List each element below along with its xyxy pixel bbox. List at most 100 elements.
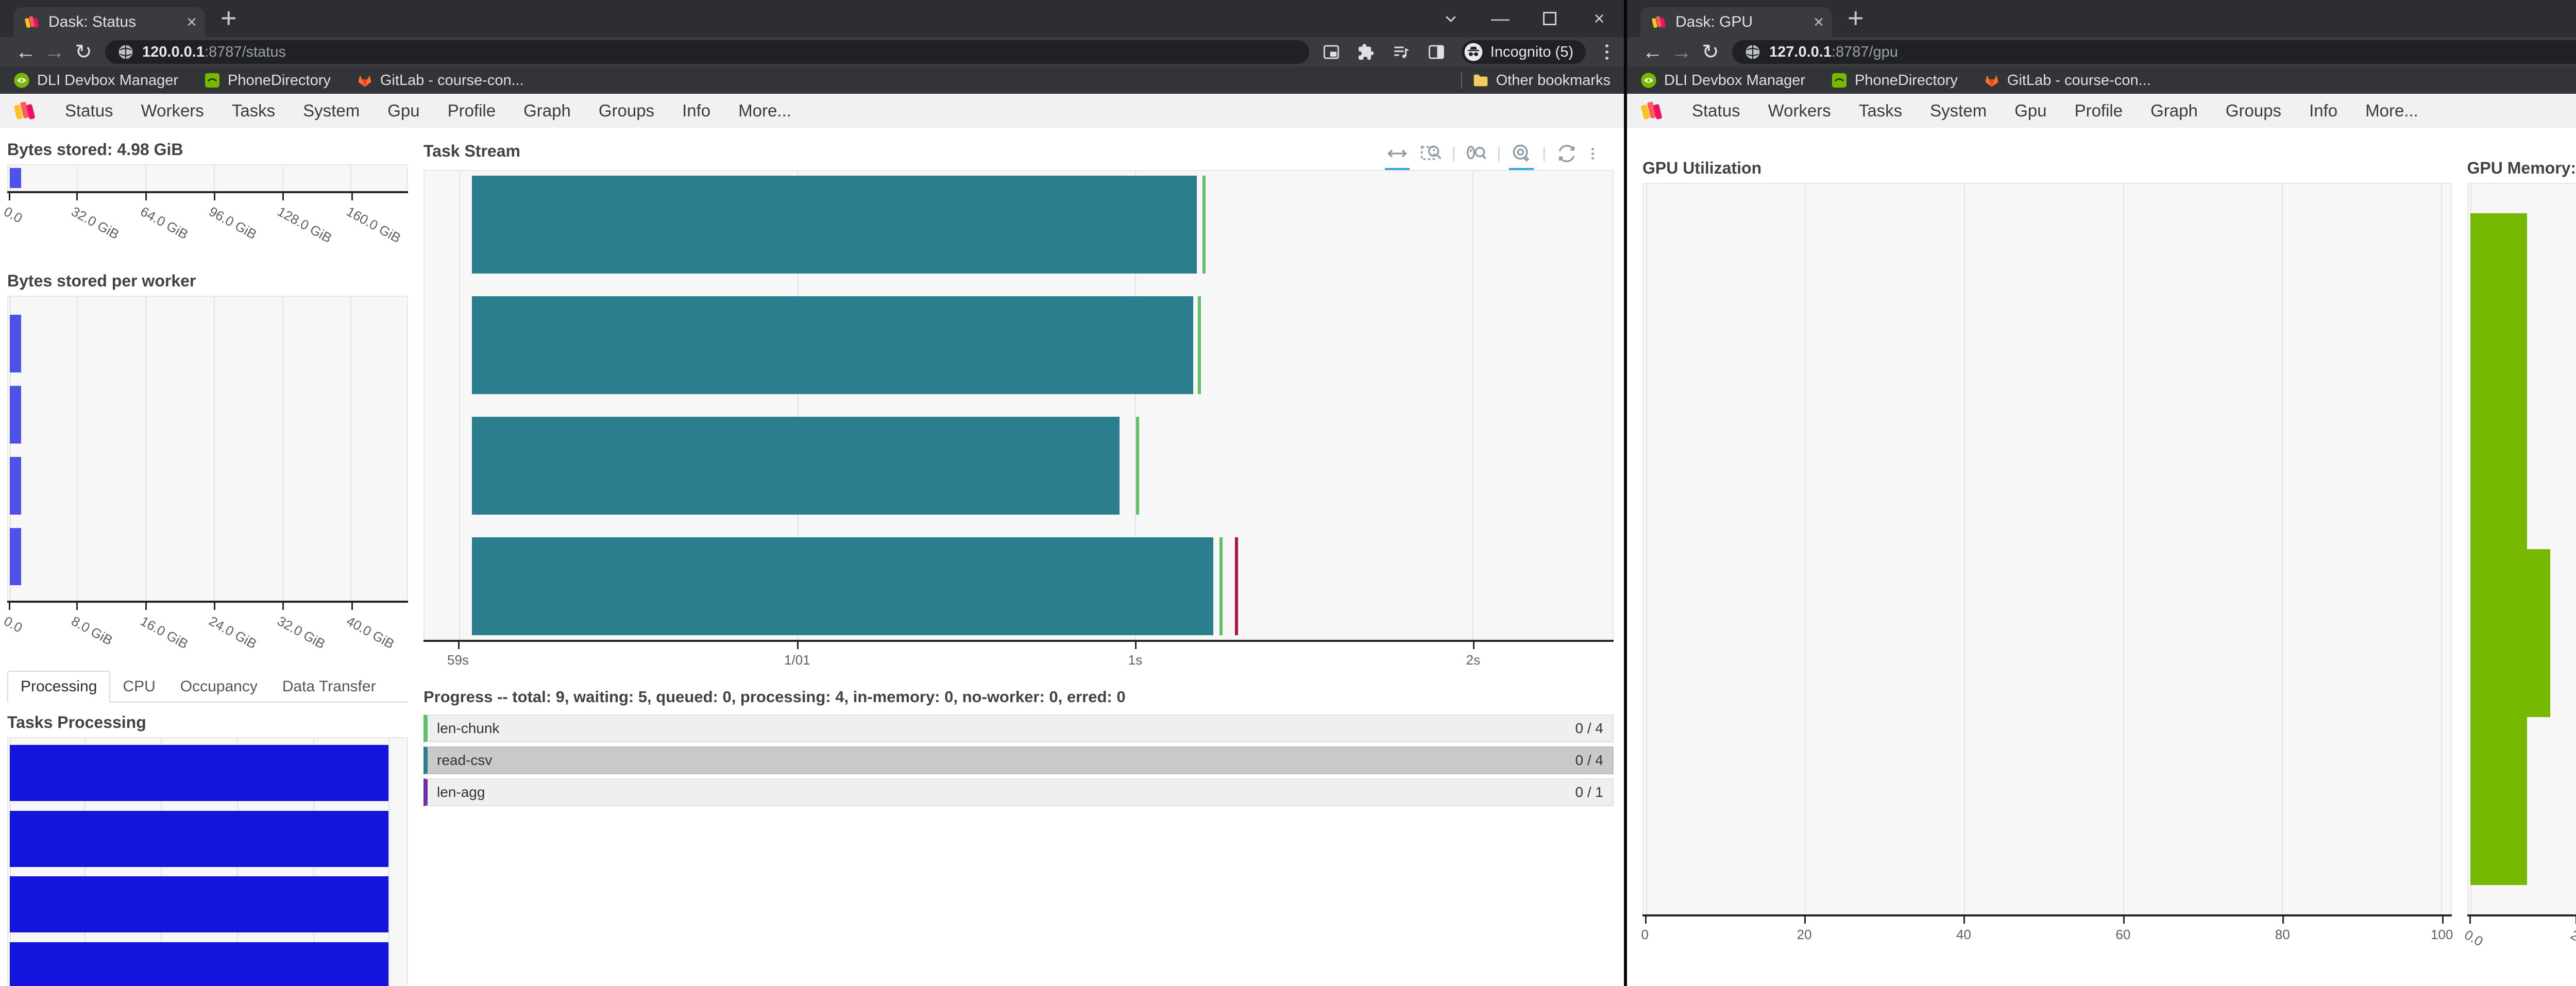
axis-tick-label: 0: [1641, 927, 1648, 943]
close-button[interactable]: ×: [1574, 0, 1624, 37]
bookmark-dli-devbox-manager[interactable]: DLI Devbox Manager: [13, 72, 178, 89]
tab-search-chevron-icon[interactable]: [1426, 0, 1476, 37]
reset-tool-icon[interactable]: [1553, 140, 1580, 167]
bookmark-label: DLI Devbox Manager: [1664, 72, 1805, 89]
tab-dask-gpu[interactable]: Dask: GPU ×: [1640, 7, 1832, 37]
axis-tick: [214, 193, 215, 200]
bokeh-menu-icon[interactable]: [1587, 148, 1598, 160]
maximize-button[interactable]: [1525, 0, 1574, 37]
tab-dask-status[interactable]: Dask: Status ×: [13, 7, 205, 37]
dask-nav-bar: Status Workers Tasks System Gpu Profile …: [0, 94, 1624, 128]
back-button[interactable]: ←: [1638, 41, 1667, 64]
back-button[interactable]: ←: [11, 41, 40, 64]
nav-item-workers[interactable]: Workers: [1768, 101, 1831, 121]
axis-tick-label: 20: [1797, 927, 1812, 943]
axis-tick: [1963, 916, 1965, 924]
nav-item-info[interactable]: Info: [2309, 101, 2337, 121]
new-tab-button[interactable]: +: [1848, 2, 1864, 34]
playlist-icon[interactable]: [1392, 42, 1411, 62]
nav-item-workers[interactable]: Workers: [141, 101, 204, 121]
tab-data-transfer[interactable]: Data Transfer: [270, 672, 388, 702]
picture-in-picture-icon[interactable]: [1321, 42, 1341, 62]
bookmark-phonedirectory[interactable]: PhoneDirectory: [204, 72, 331, 89]
tab-strip: Dask: Status × + — ×: [0, 0, 1624, 37]
forward-button[interactable]: →: [1667, 41, 1696, 64]
nav-item-system[interactable]: System: [303, 101, 360, 121]
chart-bar: [10, 811, 388, 867]
crosshair-zoom-tool-icon[interactable]: [1508, 140, 1535, 167]
address-bar[interactable]: 120.0.0.1:8787/status: [105, 40, 1309, 64]
chart-bar: [10, 745, 388, 801]
bookmark-dli-devbox-manager[interactable]: DLI Devbox Manager: [1640, 72, 1805, 89]
bookmark-gitlab[interactable]: GitLab - course-con...: [1984, 72, 2151, 89]
nav-item-system[interactable]: System: [1930, 101, 1987, 121]
bookmarks-bar: DLI Devbox Manager PhoneDirectory GitLab…: [1627, 67, 2576, 94]
nav-item-tasks[interactable]: Tasks: [232, 101, 275, 121]
nav-item-profile[interactable]: Profile: [448, 101, 496, 121]
bookmark-label: GitLab - course-con...: [380, 72, 524, 89]
dask-logo-icon: [12, 98, 37, 123]
axis-tick-label: 16.0 GiB: [138, 613, 191, 652]
nav-item-gpu[interactable]: Gpu: [2014, 101, 2046, 121]
other-bookmarks-button[interactable]: Other bookmarks: [1472, 72, 1611, 89]
reload-button[interactable]: ↻: [69, 40, 98, 64]
nav-item-status[interactable]: Status: [1692, 101, 1740, 121]
tab-processing[interactable]: Processing: [7, 671, 110, 703]
axis-tick: [2282, 916, 2284, 924]
nav-item-profile[interactable]: Profile: [2075, 101, 2123, 121]
tab-occupancy[interactable]: Occupancy: [168, 672, 270, 702]
nav-item-more[interactable]: More...: [2365, 101, 2418, 121]
task-name: len-agg: [437, 784, 485, 801]
chart-bar: [472, 417, 1120, 515]
nav-item-info[interactable]: Info: [682, 101, 710, 121]
axis-tick-label: 96.0 GiB: [206, 203, 260, 243]
extensions-icon[interactable]: [1357, 42, 1376, 62]
minimize-button[interactable]: —: [1476, 0, 1525, 37]
gridline: [1646, 184, 1647, 914]
browser-menu-icon[interactable]: [1601, 44, 1613, 60]
incognito-badge[interactable]: Incognito (5): [1462, 40, 1586, 64]
reload-button[interactable]: ↻: [1696, 40, 1725, 64]
task-count: 0 / 4: [1575, 720, 1603, 737]
site-info-globe-icon[interactable]: [117, 44, 134, 60]
axis-tick-label: 64.0 GiB: [138, 203, 191, 243]
nav-item-groups[interactable]: Groups: [2226, 101, 2281, 121]
nav-item-groups[interactable]: Groups: [599, 101, 654, 121]
box-zoom-tool-icon[interactable]: [1418, 140, 1445, 167]
tab-close-icon[interactable]: ×: [1814, 13, 1824, 31]
forward-button[interactable]: →: [40, 41, 69, 64]
nav-item-status[interactable]: Status: [65, 101, 113, 121]
wheel-zoom-tool-icon[interactable]: [1463, 140, 1489, 167]
axis-tick-label: 160.0 GiB: [343, 203, 403, 246]
tab-close-icon[interactable]: ×: [187, 13, 197, 31]
gridline: [214, 297, 215, 601]
new-tab-button[interactable]: +: [221, 2, 237, 34]
nav-item-graph[interactable]: Graph: [523, 101, 571, 121]
progress-row-len-agg: len-agg 0 / 1: [423, 778, 1614, 806]
bookmark-phonedirectory[interactable]: PhoneDirectory: [1831, 72, 1958, 89]
x-axis: 0.032.0 GiB64.0 GiB96.0 GiB128.0 GiB160.…: [7, 193, 408, 254]
nav-item-more[interactable]: More...: [738, 101, 791, 121]
gridline: [214, 165, 215, 191]
x-pan-tool-icon[interactable]: [1384, 140, 1411, 167]
site-info-globe-icon[interactable]: [1744, 44, 1761, 60]
axis-tick-label: 128.0 GiB: [275, 203, 334, 246]
axis-tick: [282, 193, 284, 200]
chart-bar: [472, 176, 1197, 274]
address-bar[interactable]: 127.0.0.1:8787/gpu: [1732, 40, 2576, 64]
bookmark-gitlab[interactable]: GitLab - course-con...: [357, 72, 524, 89]
nav-item-gpu[interactable]: Gpu: [387, 101, 419, 121]
dask-favicon-icon: [1651, 14, 1667, 30]
chart-bar: [10, 528, 21, 585]
task-stream-plot[interactable]: [423, 170, 1614, 640]
nav-item-tasks[interactable]: Tasks: [1859, 101, 1902, 121]
progress-section: Progress -- total: 9, waiting: 5, queued…: [423, 688, 1614, 806]
chart-marker: [1202, 176, 1206, 274]
url-path: :8787/status: [205, 44, 286, 60]
gpu-memory-chart: GPU Memory: 4.67 GiB / 60.00 GiB 0.02.0 …: [2467, 159, 2576, 986]
nav-item-graph[interactable]: Graph: [2150, 101, 2198, 121]
axis-tick: [1645, 916, 1647, 924]
side-panel-icon[interactable]: [1427, 42, 1446, 62]
tab-cpu[interactable]: CPU: [110, 672, 167, 702]
tab-title: Dask: GPU: [1675, 13, 1805, 31]
